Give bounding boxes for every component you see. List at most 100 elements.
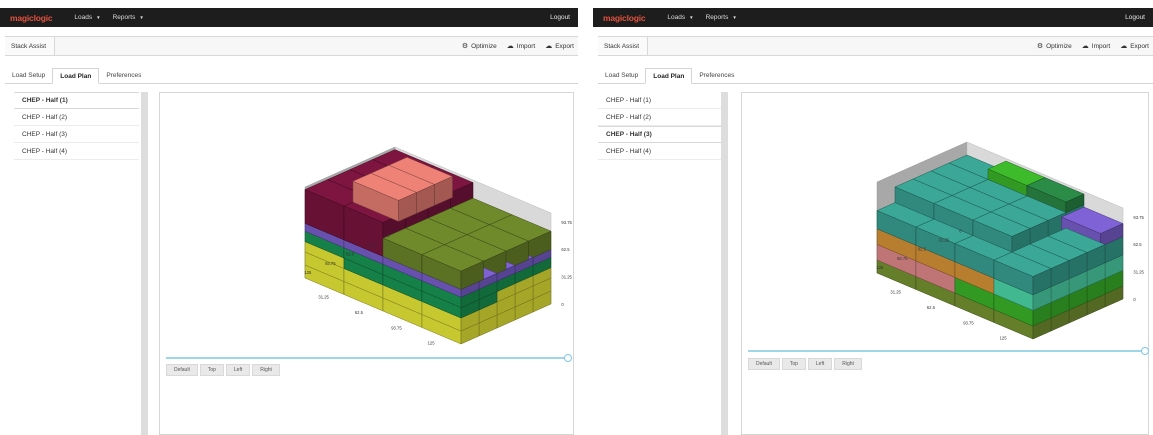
load-list-item[interactable]: CHEP - Half (3) <box>14 126 139 143</box>
logout-link[interactable]: Logout <box>550 14 570 21</box>
export-button[interactable]: ☁ Export <box>1120 42 1149 51</box>
export-label: Export <box>555 42 574 50</box>
view-button-group: Default Top Left Right <box>748 358 862 370</box>
tab-load-setup[interactable]: Load Setup <box>5 68 52 83</box>
view-default-button[interactable]: Default <box>166 364 198 376</box>
optimize-label: Optimize <box>1046 42 1072 50</box>
cloud-upload-icon: ☁ <box>545 43 553 50</box>
brand-logo[interactable]: magiclogic <box>603 13 646 23</box>
load-list: CHEP - Half (1) CHEP - Half (2) CHEP - H… <box>14 92 139 435</box>
view-top-button[interactable]: Top <box>781 358 806 370</box>
import-button[interactable]: ☁ Import <box>1082 42 1111 51</box>
nav-loads-label: Loads <box>667 14 686 21</box>
axis-front-tick: 62.5 <box>927 305 936 310</box>
nav-loads-label: Loads <box>74 14 93 21</box>
load-3d-viewer[interactable]: 93.75 62.5 31.25 0 0 31.25 62.5 93.75 125 31.25 62… <box>741 92 1149 435</box>
toolbar-actions: ⚙ Optimize ☁ Import ☁ Export <box>462 37 578 55</box>
view-left-button[interactable]: Left <box>807 358 833 370</box>
load-list-item[interactable]: CHEP - Half (2) <box>14 109 139 126</box>
sidebar-scrollbar[interactable] <box>141 92 148 435</box>
app-window-2: magiclogic Loads ▼ Reports ▼ Logout Stack … <box>593 0 1153 435</box>
load-list-item[interactable]: CHEP - Half (1) <box>598 92 723 109</box>
nav-reports-label: Reports <box>112 14 136 21</box>
axis-left-tick: 125 <box>304 270 312 275</box>
axis-front-tick: 93.75 <box>963 320 974 325</box>
axis-right-tick: 0 <box>1133 297 1136 302</box>
load-list: CHEP - Half (1) CHEP - Half (2) CHEP - H… <box>598 92 723 435</box>
tab-preferences[interactable]: Preferences <box>99 68 148 83</box>
nav-loads-menu[interactable]: Loads ▼ <box>74 14 100 21</box>
load-list-item[interactable]: CHEP - Half (4) <box>598 143 723 160</box>
slider-handle[interactable] <box>1141 347 1149 355</box>
axis-left-tick: 62.5 <box>918 247 927 252</box>
view-top-button[interactable]: Top <box>199 364 224 376</box>
axis-left-tick: 31.25 <box>367 243 378 248</box>
tab-bar: Load Setup Load Plan Preferences <box>5 68 578 84</box>
view-default-button[interactable]: Default <box>748 358 780 370</box>
top-navbar: magiclogic Loads ▼ Reports ▼ Logout <box>593 8 1153 27</box>
tab-load-plan[interactable]: Load Plan <box>645 68 693 84</box>
axis-left-tick: 62.5 <box>346 252 355 257</box>
optimize-label: Optimize <box>471 42 497 50</box>
view-right-button[interactable]: Right <box>834 358 862 370</box>
axis-front-tick: 125 <box>1000 336 1008 341</box>
axis-right-tick: 31.25 <box>1133 270 1144 275</box>
toolbar-actions: ⚙ Optimize ☁ Import ☁ Export <box>1037 37 1153 55</box>
axis-front-tick: 31.25 <box>890 290 901 295</box>
axis-left-tick: 31.25 <box>939 238 950 243</box>
view-rotation-slider[interactable] <box>166 357 568 359</box>
toolbar-title: Stack Assist <box>5 37 56 55</box>
load-plan-3d-render[interactable]: 93.7562.531.250031.2562.593.7512531.2562… <box>742 93 1148 434</box>
tab-load-setup[interactable]: Load Setup <box>598 68 645 83</box>
export-button[interactable]: ☁ Export <box>545 42 574 51</box>
axis-right-tick: 0 <box>561 302 564 307</box>
load-list-item[interactable]: CHEP - Half (1) <box>14 92 139 109</box>
nav-reports-menu[interactable]: Reports ▼ <box>113 14 144 21</box>
load-list-item[interactable]: CHEP - Half (4) <box>14 143 139 160</box>
tab-bar: Load Setup Load Plan Preferences <box>598 68 1153 84</box>
import-label: Import <box>1091 42 1111 50</box>
view-right-button[interactable]: Right <box>252 364 280 376</box>
view-button-group: Default Top Left Right <box>166 364 280 376</box>
tab-load-plan[interactable]: Load Plan <box>52 68 100 84</box>
axis-front-tick: 93.75 <box>391 325 402 330</box>
load-list-item[interactable]: CHEP - Half (3) <box>598 126 723 143</box>
view-rotation-slider[interactable] <box>748 350 1146 352</box>
import-label: Import <box>516 42 536 50</box>
sidebar-scrollbar[interactable] <box>721 92 728 435</box>
load-list-item[interactable]: CHEP - Half (2) <box>598 109 723 126</box>
caret-down-icon: ▼ <box>732 15 737 20</box>
axis-right-tick: 62.5 <box>561 247 570 252</box>
cloud-download-icon: ☁ <box>506 43 514 50</box>
axis-right-tick: 93.75 <box>1133 215 1144 220</box>
caret-down-icon: ▼ <box>139 15 144 20</box>
axis-right-tick: 62.5 <box>1133 242 1142 247</box>
brand-logo[interactable]: magiclogic <box>10 13 53 23</box>
axis-front-tick: 62.5 <box>355 310 364 315</box>
axis-right-tick: 93.75 <box>561 220 572 225</box>
app-window-1: magiclogic Loads ▼ Reports ▼ Logout Stack … <box>0 0 578 435</box>
slider-handle[interactable] <box>564 354 572 362</box>
nav-loads-menu[interactable]: Loads ▼ <box>667 14 693 21</box>
load-plan-3d-render[interactable]: 93.7562.531.250031.2562.593.7512531.2562… <box>160 93 573 434</box>
caret-down-icon: ▼ <box>96 15 101 20</box>
axis-left-tick: 125 <box>876 265 884 270</box>
import-button[interactable]: ☁ Import <box>506 42 536 51</box>
nav-reports-label: Reports <box>705 14 729 21</box>
nav-reports-menu[interactable]: Reports ▼ <box>706 14 737 21</box>
axis-front-tick: 31.25 <box>318 295 329 300</box>
axis-left-tick: 93.75 <box>325 261 336 266</box>
cogs-icon: ⚙ <box>1036 43 1044 50</box>
optimize-button[interactable]: ⚙ Optimize <box>1036 42 1072 51</box>
tab-preferences[interactable]: Preferences <box>692 68 741 83</box>
cogs-icon: ⚙ <box>461 43 469 50</box>
top-navbar: magiclogic Loads ▼ Reports ▼ Logout <box>0 8 578 27</box>
toolbar: Stack Assist ⚙ Optimize ☁ Import ☁ Export <box>5 36 578 56</box>
axis-right-tick: 31.25 <box>561 275 572 280</box>
cloud-upload-icon: ☁ <box>1120 43 1128 50</box>
view-left-button[interactable]: Left <box>225 364 251 376</box>
export-label: Export <box>1130 42 1149 50</box>
optimize-button[interactable]: ⚙ Optimize <box>461 42 497 51</box>
load-3d-viewer[interactable]: 93.75 62.5 31.25 0 0 31.25 62.5 93.75 125 31.25 62… <box>159 92 574 435</box>
logout-link[interactable]: Logout <box>1125 14 1145 21</box>
